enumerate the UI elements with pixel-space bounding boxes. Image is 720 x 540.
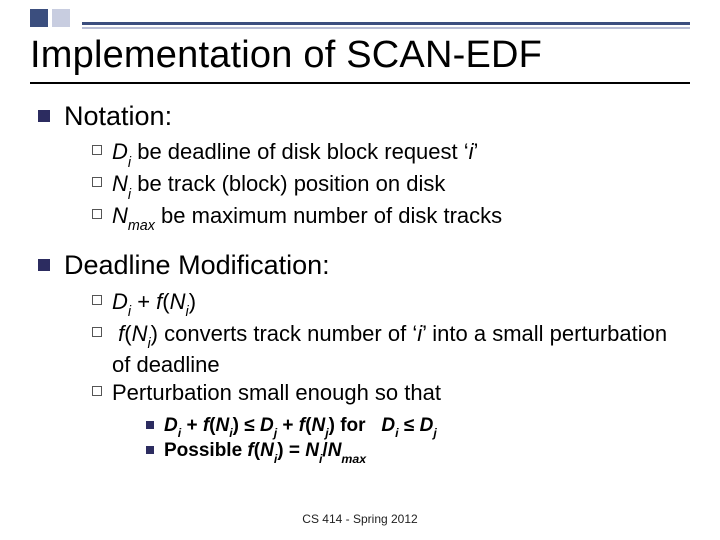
subbullet-text: Di be deadline of disk block request ‘i’	[112, 138, 478, 170]
open-square-bullet-icon	[92, 386, 102, 396]
subbullet-text: Di + f(Ni)	[112, 288, 196, 320]
subbullet-di: Di be deadline of disk block request ‘i’	[92, 138, 690, 170]
bullet-deadline-mod: Deadline Modification:	[38, 249, 690, 281]
accent-square-dark	[30, 9, 48, 27]
subbullet-text: Perturbation small enough so that	[112, 379, 441, 407]
subbullet-text: f(Ni) converts track number of ‘i’ into …	[112, 320, 690, 380]
subsub-text: Possible f(Ni) = Ni/Nmax	[164, 439, 366, 465]
slide-title: Implementation of SCAN-EDF	[30, 34, 690, 77]
subsub-inequality: Di + f(Ni) ≤ Dj + f(Nj) for Di ≤ Dj	[146, 414, 690, 440]
open-square-bullet-icon	[92, 327, 102, 337]
open-square-bullet-icon	[92, 145, 102, 155]
subbullet-text: Ni be track (block) position on disk	[112, 170, 445, 202]
subsub-possible: Possible f(Ni) = Ni/Nmax	[146, 439, 690, 465]
subbullet-text: Nmax be maximum number of disk tracks	[112, 202, 502, 234]
open-square-bullet-icon	[92, 177, 102, 187]
accent-square-light	[52, 9, 70, 27]
subbullet-convert: f(Ni) converts track number of ‘i’ into …	[92, 320, 690, 380]
subbullet-nmax: Nmax be maximum number of disk tracks	[92, 202, 690, 234]
open-square-bullet-icon	[92, 209, 102, 219]
accent-line-thin	[82, 27, 690, 29]
bullet-text: Notation:	[64, 100, 172, 132]
subbullet-perturb: Perturbation small enough so that	[92, 379, 690, 407]
square-bullet-small-icon	[146, 446, 154, 454]
bullet-notation: Notation:	[38, 100, 690, 132]
square-bullet-icon	[38, 259, 50, 271]
square-bullet-small-icon	[146, 421, 154, 429]
slide-content: Notation: Di be deadline of disk block r…	[38, 100, 690, 465]
open-square-bullet-icon	[92, 295, 102, 305]
accent-bar	[0, 8, 720, 28]
subsub-text: Di + f(Ni) ≤ Dj + f(Nj) for Di ≤ Dj	[164, 414, 437, 440]
accent-line-thick	[82, 22, 690, 25]
square-bullet-icon	[38, 110, 50, 122]
bullet-text: Deadline Modification:	[64, 249, 330, 281]
subbullet-formula: Di + f(Ni)	[92, 288, 690, 320]
subbullet-ni: Ni be track (block) position on disk	[92, 170, 690, 202]
slide-footer: CS 414 - Spring 2012	[0, 512, 720, 526]
title-underline	[30, 82, 690, 84]
